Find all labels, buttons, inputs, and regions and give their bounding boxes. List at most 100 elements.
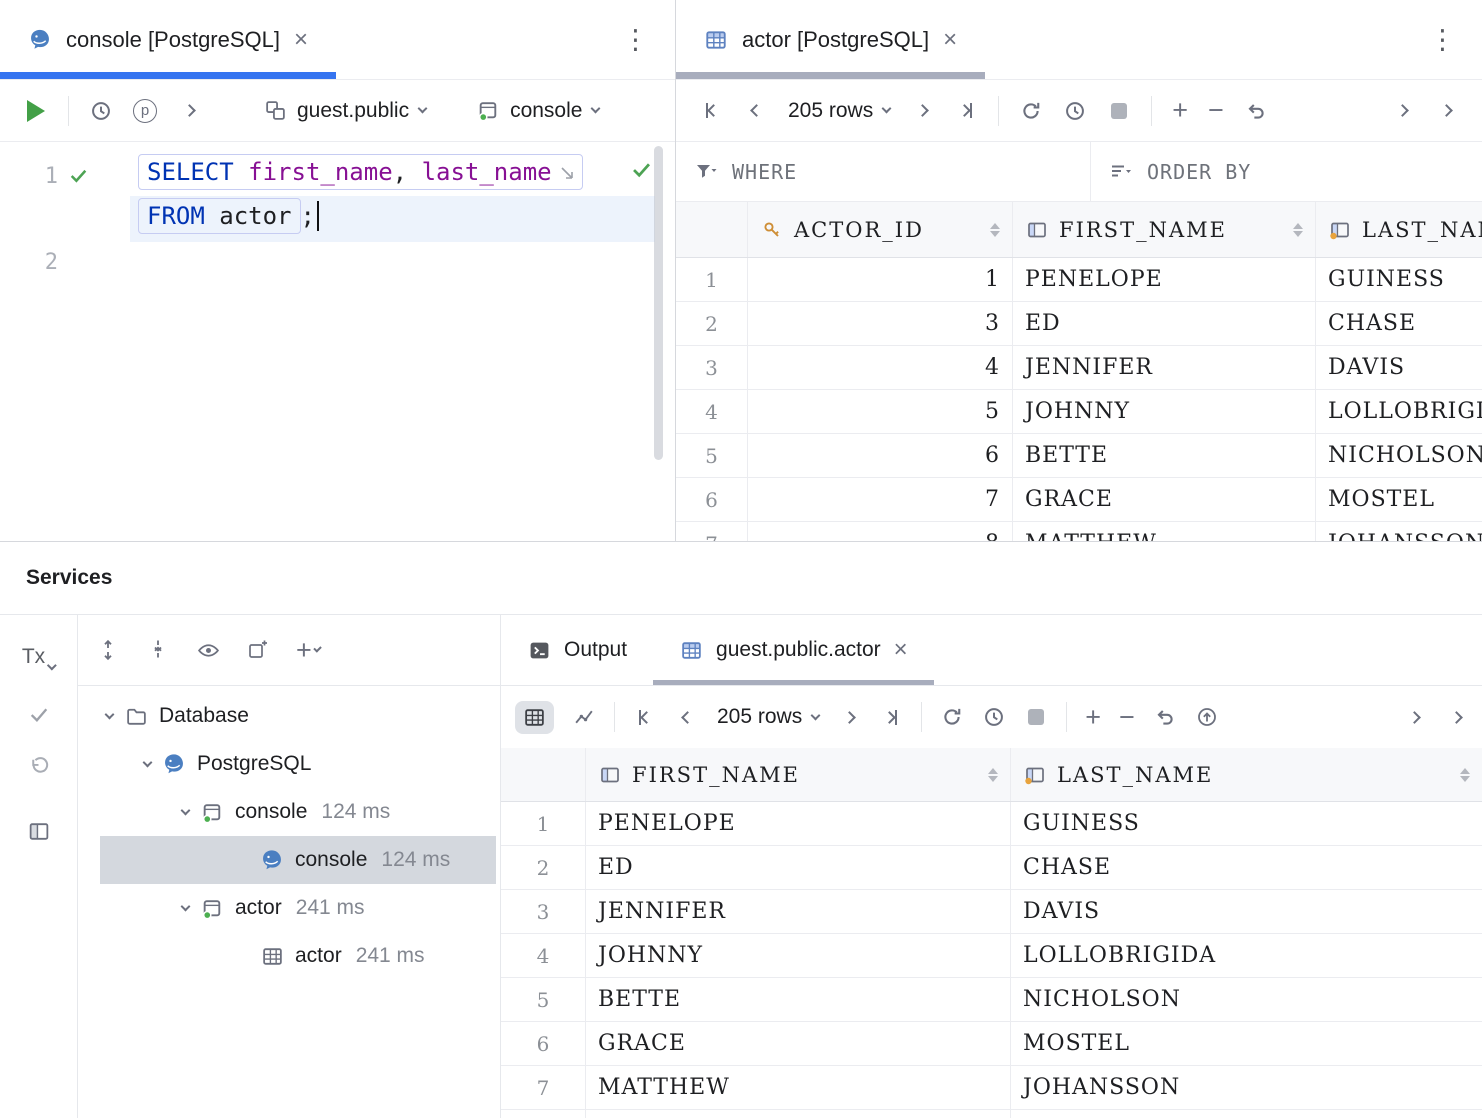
collapse-all-icon[interactable]: [146, 638, 170, 662]
sort-icon[interactable]: [1293, 223, 1303, 237]
page-size-selector[interactable]: 205 rows: [717, 705, 819, 729]
sql-editor[interactable]: 1 2 SELECT first_name, last_name FROM ac…: [0, 142, 675, 541]
cell-last-name[interactable]: [1011, 1110, 1482, 1118]
corner-cell[interactable]: [501, 748, 586, 801]
cell-last-name[interactable]: LOLLOBRIGIDA: [1011, 934, 1482, 978]
row-number[interactable]: 7: [676, 522, 748, 541]
add-row-icon[interactable]: +: [1172, 97, 1188, 124]
commit-check-icon[interactable]: [27, 703, 50, 731]
sort-icon[interactable]: [1460, 768, 1470, 782]
grid-view-toggle[interactable]: [515, 701, 554, 734]
row-number[interactable]: 5: [501, 978, 586, 1022]
remove-row-icon[interactable]: −: [1119, 704, 1135, 731]
cell-actor-id[interactable]: 5: [748, 390, 1013, 434]
row-number[interactable]: 1: [676, 258, 748, 302]
tab-actor[interactable]: actor [PostgreSQL] ×: [676, 0, 985, 79]
tree-item-console-file[interactable]: console 124 ms: [100, 836, 496, 884]
stop-icon[interactable]: [1107, 99, 1131, 123]
next-page-icon[interactable]: [837, 705, 861, 729]
tree-item-actor-table[interactable]: actor 241 ms: [78, 932, 500, 980]
expand-all-icon[interactable]: [96, 638, 120, 662]
column-header-actor-id[interactable]: ACTOR_ID: [748, 202, 1013, 257]
row-number[interactable]: [501, 1110, 586, 1118]
row-number[interactable]: 2: [501, 846, 586, 890]
cell-last-name[interactable]: GUINESS: [1011, 802, 1482, 846]
row-number[interactable]: 2: [676, 302, 748, 346]
row-number[interactable]: 3: [676, 346, 748, 390]
cell-last-name[interactable]: NICHOLSON: [1316, 434, 1482, 478]
chevron-right-icon[interactable]: [1444, 705, 1468, 729]
cell-first-name[interactable]: JENNIFER: [1013, 346, 1316, 390]
last-page-icon[interactable]: [954, 99, 978, 123]
session-selector[interactable]: console: [476, 99, 599, 123]
close-icon[interactable]: ×: [294, 28, 308, 52]
layout-panel-icon[interactable]: [27, 820, 50, 848]
transaction-mode-button[interactable]: Tx: [22, 645, 55, 669]
cell-last-name[interactable]: CHASE: [1316, 302, 1482, 346]
column-header-last-name[interactable]: LAST_NAME: [1011, 748, 1482, 801]
previous-page-icon[interactable]: [744, 99, 768, 123]
tab-console[interactable]: console [PostgreSQL] ×: [0, 0, 336, 79]
code-line-2[interactable]: FROM actor;: [138, 198, 319, 234]
inline-edit-icon[interactable]: [560, 158, 574, 186]
cell-last-name[interactable]: JOHANSSON: [1011, 1066, 1482, 1110]
sort-icon[interactable]: [988, 768, 998, 782]
chevron-right-icon[interactable]: [1390, 99, 1414, 123]
tab-result-grid[interactable]: guest.public.actor ×: [653, 615, 934, 685]
row-number[interactable]: 4: [676, 390, 748, 434]
cell-first-name[interactable]: BETTE: [1013, 434, 1316, 478]
cell-last-name[interactable]: NICHOLSON: [1011, 978, 1482, 1022]
cell-actor-id[interactable]: 3: [748, 302, 1013, 346]
row-number[interactable]: 3: [501, 890, 586, 934]
previous-page-icon[interactable]: [675, 705, 699, 729]
close-icon[interactable]: ×: [943, 28, 957, 52]
submit-changes-icon[interactable]: [1195, 705, 1219, 729]
cell-last-name[interactable]: MOSTEL: [1011, 1022, 1482, 1066]
statement-executed-check-icon[interactable]: [68, 164, 89, 192]
editor-scrollbar[interactable]: [654, 146, 663, 460]
column-header-last-name[interactable]: LAST_NAME: [1316, 202, 1482, 257]
column-header-first-name[interactable]: FIRST_NAME: [586, 748, 1011, 801]
cell-actor-id[interactable]: 1: [748, 258, 1013, 302]
auto-refresh-clock-icon[interactable]: [1063, 99, 1087, 123]
chart-view-toggle[interactable]: [572, 705, 596, 729]
next-page-icon[interactable]: [910, 99, 934, 123]
sort-icon[interactable]: [990, 223, 1000, 237]
kebab-menu-icon[interactable]: ⋮: [622, 24, 649, 55]
row-number[interactable]: 4: [501, 934, 586, 978]
row-number[interactable]: 6: [501, 1022, 586, 1066]
last-page-icon[interactable]: [879, 705, 903, 729]
close-icon[interactable]: ×: [894, 638, 908, 662]
add-row-icon[interactable]: +: [1085, 704, 1101, 731]
run-button[interactable]: [24, 99, 48, 123]
cell-last-name[interactable]: MOSTEL: [1316, 478, 1482, 522]
refresh-icon[interactable]: [1019, 99, 1043, 123]
remove-row-icon[interactable]: −: [1208, 97, 1224, 124]
kebab-menu-icon[interactable]: ⋮: [1429, 24, 1456, 55]
cell-first-name[interactable]: ED: [586, 846, 1011, 890]
cell-actor-id[interactable]: 8: [748, 522, 1013, 541]
cell-first-name[interactable]: ED: [1013, 302, 1316, 346]
order-by-filter-input[interactable]: ORDER BY: [1090, 142, 1482, 201]
cell-first-name[interactable]: JENNIFER: [586, 890, 1011, 934]
tree-item-postgresql[interactable]: PostgreSQL: [78, 740, 500, 788]
cell-actor-id[interactable]: 7: [748, 478, 1013, 522]
cell-first-name[interactable]: MATTHEW: [586, 1066, 1011, 1110]
cell-actor-id[interactable]: 6: [748, 434, 1013, 478]
first-page-icon[interactable]: [633, 705, 657, 729]
cell-last-name[interactable]: DAVIS: [1011, 890, 1482, 934]
tree-item-actor-session[interactable]: actor 241 ms: [78, 884, 500, 932]
tree-item-database[interactable]: Database: [78, 692, 500, 740]
history-icon[interactable]: [89, 99, 113, 123]
refresh-icon[interactable]: [940, 705, 964, 729]
cell-first-name[interactable]: PENELOPE: [1013, 258, 1316, 302]
profiler-icon[interactable]: p: [133, 99, 157, 123]
stop-icon[interactable]: [1024, 705, 1048, 729]
schema-selector[interactable]: guest.public: [263, 99, 426, 123]
corner-cell[interactable]: [676, 202, 748, 257]
tab-output[interactable]: Output: [501, 615, 653, 685]
chevron-right-icon[interactable]: [1434, 99, 1458, 123]
auto-refresh-clock-icon[interactable]: [982, 705, 1006, 729]
revert-icon[interactable]: [1244, 99, 1268, 123]
cell-last-name[interactable]: LOLLOBRIGIDA: [1316, 390, 1482, 434]
